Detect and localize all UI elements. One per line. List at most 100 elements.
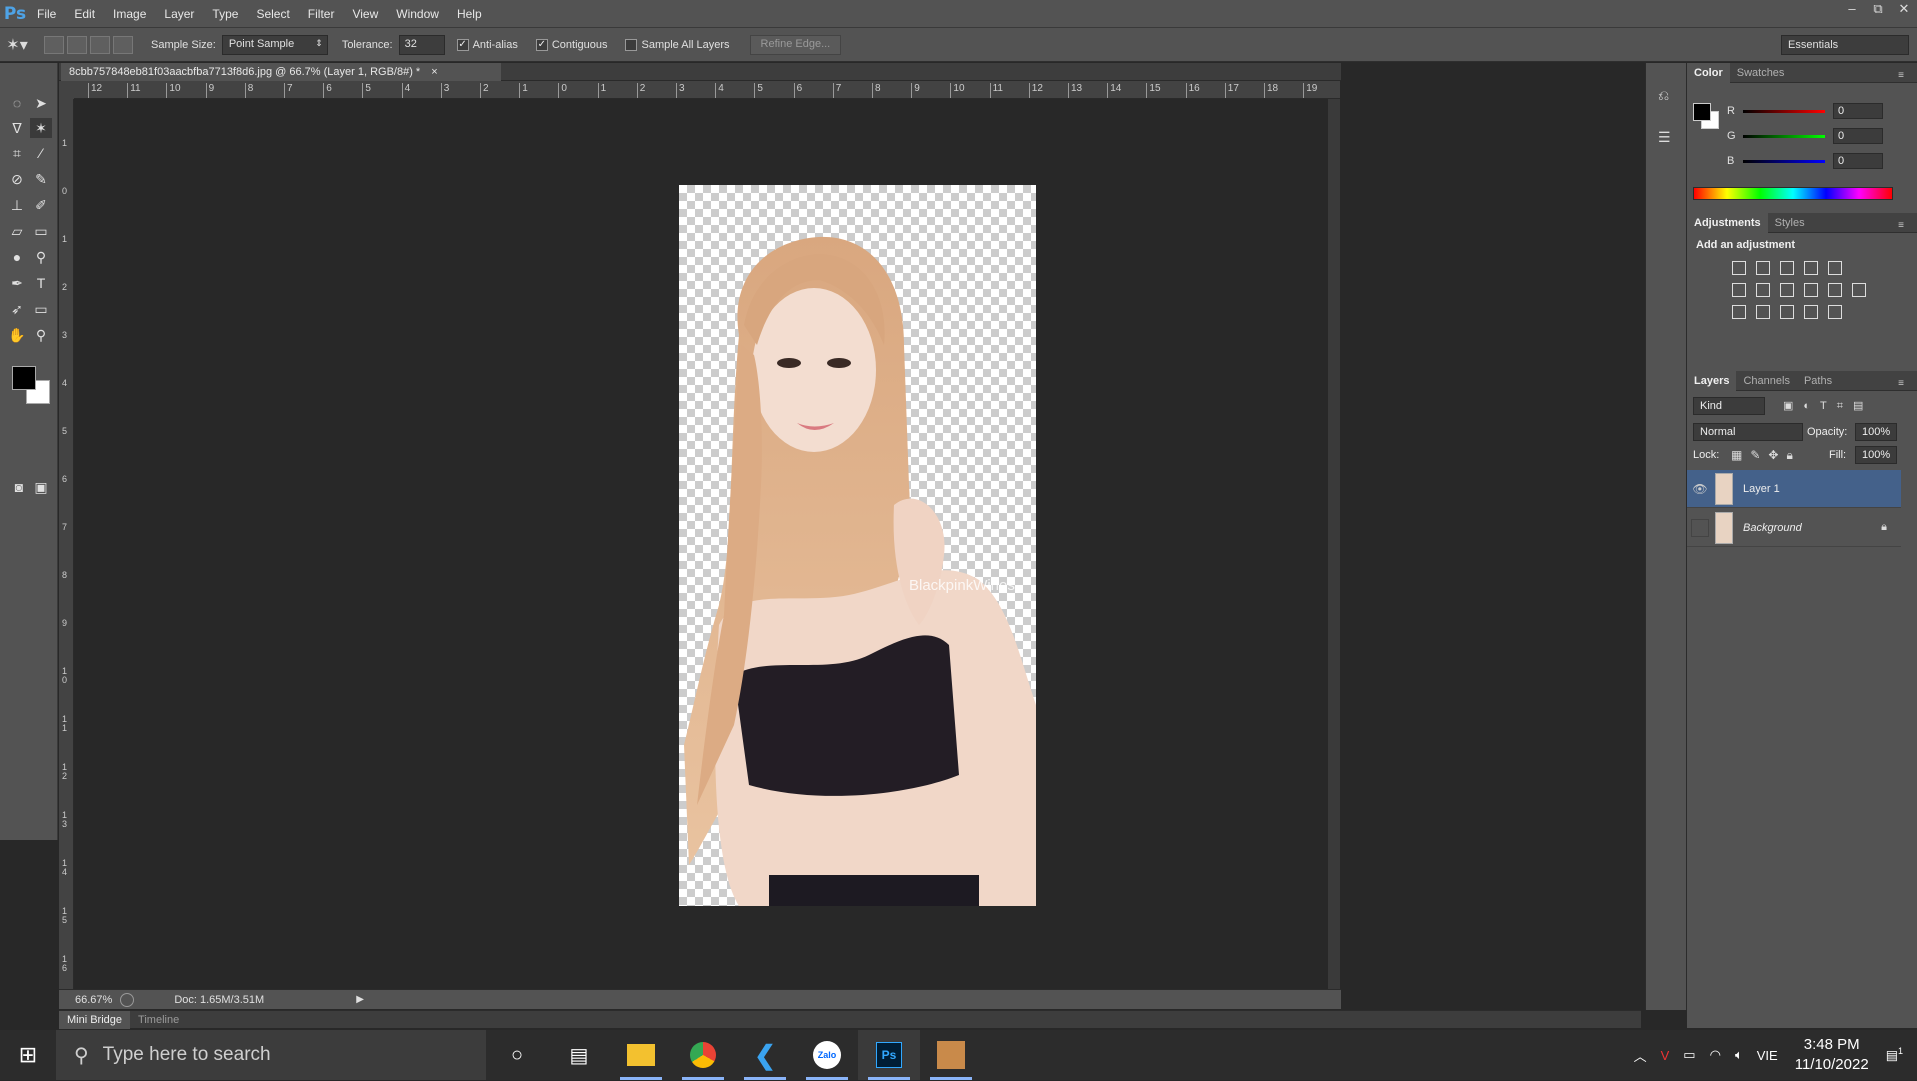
selective-color-icon[interactable] [1804,305,1818,319]
exposure-icon[interactable] [1804,261,1818,275]
refine-edge-button[interactable]: Refine Edge... [749,34,842,55]
new-selection-button[interactable] [44,35,64,54]
tolerance-input[interactable]: 32 [398,34,445,55]
red-slider[interactable] [1743,109,1825,113]
tab-channels[interactable]: Channels [1736,371,1796,391]
clock[interactable]: 3:48 PM 11/10/2022 [1795,1035,1869,1075]
tab-layers[interactable]: Layers [1687,370,1737,391]
chevron-up-icon[interactable]: ︿ [1634,1046,1647,1065]
close-tab-icon[interactable]: × [431,66,437,78]
marquee-tool-icon[interactable]: ◌ [6,93,28,113]
add-selection-button[interactable] [67,35,87,54]
red-value[interactable]: 0 [1833,103,1883,119]
curves-icon[interactable] [1780,261,1794,275]
menu-type[interactable]: Type [203,0,247,28]
blue-value[interactable]: 0 [1833,153,1883,169]
antivirus-icon[interactable]: V [1661,1048,1670,1063]
blend-mode-select[interactable]: Normal [1693,423,1803,441]
tab-adjustments[interactable]: Adjustments [1687,212,1768,233]
brush-tool-icon[interactable]: ✎ [30,169,52,189]
zoom-level[interactable]: 66.67% [75,994,112,1006]
menu-file[interactable]: File [28,0,65,28]
menu-window[interactable]: Window [387,0,448,28]
workspace-select[interactable]: Essentials [1781,35,1909,55]
path-selection-icon[interactable]: ➶ [6,299,28,319]
vscode-icon[interactable]: ❮ [734,1030,796,1080]
minimize-button[interactable]: – [1839,0,1865,18]
pen-tool-icon[interactable]: ✒ [6,273,28,293]
wifi-icon[interactable]: ◠ [1710,1047,1721,1063]
photo-filter-icon[interactable] [1804,283,1818,297]
eye-icon[interactable]: 👁︎ [1691,480,1709,498]
file-explorer-icon[interactable] [610,1030,672,1080]
status-info-icon[interactable] [120,992,135,1007]
layer-filter-kind[interactable]: Kind [1693,397,1765,415]
subtract-selection-button[interactable] [90,35,110,54]
tab-swatches[interactable]: Swatches [1730,63,1792,83]
hue-saturation-icon[interactable] [1732,283,1746,297]
healing-brush-icon[interactable]: ⊘ [6,169,28,189]
menu-help[interactable]: Help [448,0,491,28]
visibility-toggle-off[interactable] [1691,518,1709,537]
image-viewer-icon[interactable] [920,1030,982,1080]
close-button[interactable]: ✕ [1891,0,1917,18]
menu-filter[interactable]: Filter [299,0,344,28]
screen-mode-icon[interactable]: ▣ [30,477,52,497]
lock-options-icons[interactable]: ▦✎✥🔒︎ [1731,448,1801,463]
green-slider[interactable] [1743,134,1825,138]
invert-icon[interactable] [1732,305,1746,319]
sample-all-layers-checkbox[interactable] [625,38,638,51]
foreground-color-swatch[interactable] [12,366,36,390]
color-fg-swatch[interactable] [1693,103,1711,121]
taskbar-search[interactable]: ⚲ Type here to search [56,1030,486,1080]
document-canvas[interactable]: BlackpinkWines [679,185,1036,906]
windows-start-icon[interactable]: ⊞ [0,1030,56,1080]
layer-row-background[interactable]: Background 🔒︎ [1687,509,1901,547]
clone-stamp-icon[interactable]: ⊥ [6,195,28,215]
color-balance-icon[interactable] [1756,283,1770,297]
blur-tool-icon[interactable]: ● [6,247,28,267]
blue-slider[interactable] [1743,159,1825,163]
intersect-selection-button[interactable] [113,35,133,54]
sample-size-select[interactable]: Point Sample ⇕ [221,34,328,55]
history-brush-icon[interactable]: ✐ [30,195,52,215]
gradient-map-icon[interactable] [1828,305,1842,319]
color-spectrum[interactable] [1693,187,1893,200]
tab-color[interactable]: Color [1687,62,1730,83]
photoshop-taskbar-icon[interactable]: Ps [858,1030,920,1080]
properties-panel-icon[interactable]: ☰ [1658,129,1671,146]
tab-paths[interactable]: Paths [1797,371,1839,391]
move-tool-icon[interactable]: ➤ [30,93,52,113]
vertical-scrollbar[interactable] [1328,99,1340,989]
rectangle-tool-icon[interactable]: ▭ [30,299,52,319]
battery-icon[interactable]: ▭ [1683,1047,1695,1063]
eraser-tool-icon[interactable]: ▱ [6,221,28,241]
opacity-input[interactable]: 100% [1855,423,1897,441]
language-indicator[interactable]: VIE [1757,1048,1778,1063]
menu-view[interactable]: View [343,0,387,28]
menu-edit[interactable]: Edit [65,0,104,28]
color-lookup-icon[interactable] [1852,283,1866,297]
channel-mixer-icon[interactable] [1828,283,1842,297]
brightness-icon[interactable] [1732,261,1746,275]
cortana-icon[interactable]: ○ [486,1030,548,1080]
menu-image[interactable]: Image [104,0,155,28]
gradient-tool-icon[interactable]: ▭ [30,221,52,241]
dodge-tool-icon[interactable]: ⚲ [30,247,52,267]
vibrance-icon[interactable] [1828,261,1842,275]
notification-icon[interactable]: ▤1 [1886,1046,1903,1063]
quick-mask-icon[interactable]: ◙ [8,477,30,497]
tab-timeline[interactable]: Timeline [130,1011,187,1029]
layer-filter-icons[interactable]: ▣◐T⌗▤ [1783,399,1873,413]
lasso-tool-icon[interactable]: ᐁ [6,118,28,138]
menu-layer[interactable]: Layer [155,0,203,28]
chrome-icon[interactable] [672,1030,734,1080]
task-view-icon[interactable]: ▤ [548,1030,610,1080]
volume-icon[interactable]: 🔈︎ [1735,1047,1743,1063]
restore-button[interactable]: ⧉ [1865,0,1891,18]
tab-mini-bridge[interactable]: Mini Bridge [59,1010,131,1029]
magic-wand-tool-icon[interactable]: ✶ [30,118,52,138]
crop-tool-icon[interactable]: ⌗ [6,143,28,163]
history-panel-icon[interactable]: ⎌ [1658,87,1669,104]
status-menu-arrow-icon[interactable]: ▶ [356,994,364,1005]
